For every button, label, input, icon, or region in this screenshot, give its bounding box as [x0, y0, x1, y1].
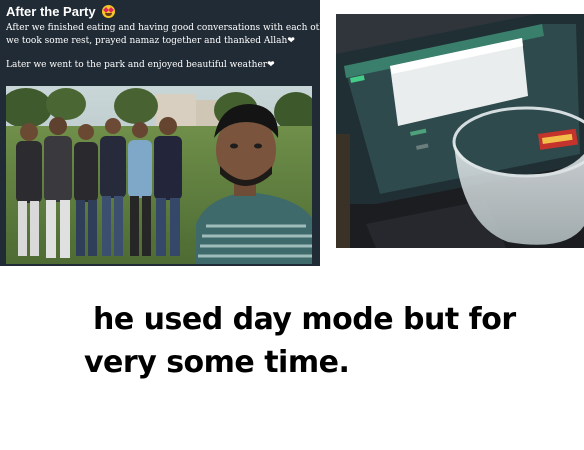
star-struck-emoji-icon — [101, 4, 115, 18]
post-title: After the Party — [6, 3, 96, 19]
post-title-row: After the Party — [6, 2, 115, 20]
post-text-line-3: Later we went to the park and enjoyed be… — [6, 60, 275, 71]
post-text-line-2-text: we took some rest, prayed namaz together… — [6, 36, 288, 46]
heart-icon: ❤ — [287, 36, 295, 46]
meme-caption: he used day mode but for very some time. — [84, 298, 564, 384]
meme-page: After the Party After we finished eating… — [0, 0, 584, 450]
caption-line-2: very some time. — [84, 345, 350, 380]
dark-mode-post: After the Party After we finished eating… — [0, 0, 320, 266]
group-photo — [6, 86, 312, 264]
post-text-line-1: After we finished eating and having good… — [6, 23, 320, 33]
laptop-photo — [336, 14, 584, 248]
post-text-line-2: we took some rest, prayed namaz together… — [6, 36, 295, 47]
caption-line-1: he used day mode but for — [93, 302, 516, 337]
post-text-line-3-text: Later we went to the park and enjoyed be… — [6, 60, 268, 70]
heart-icon: ❤ — [267, 60, 275, 70]
